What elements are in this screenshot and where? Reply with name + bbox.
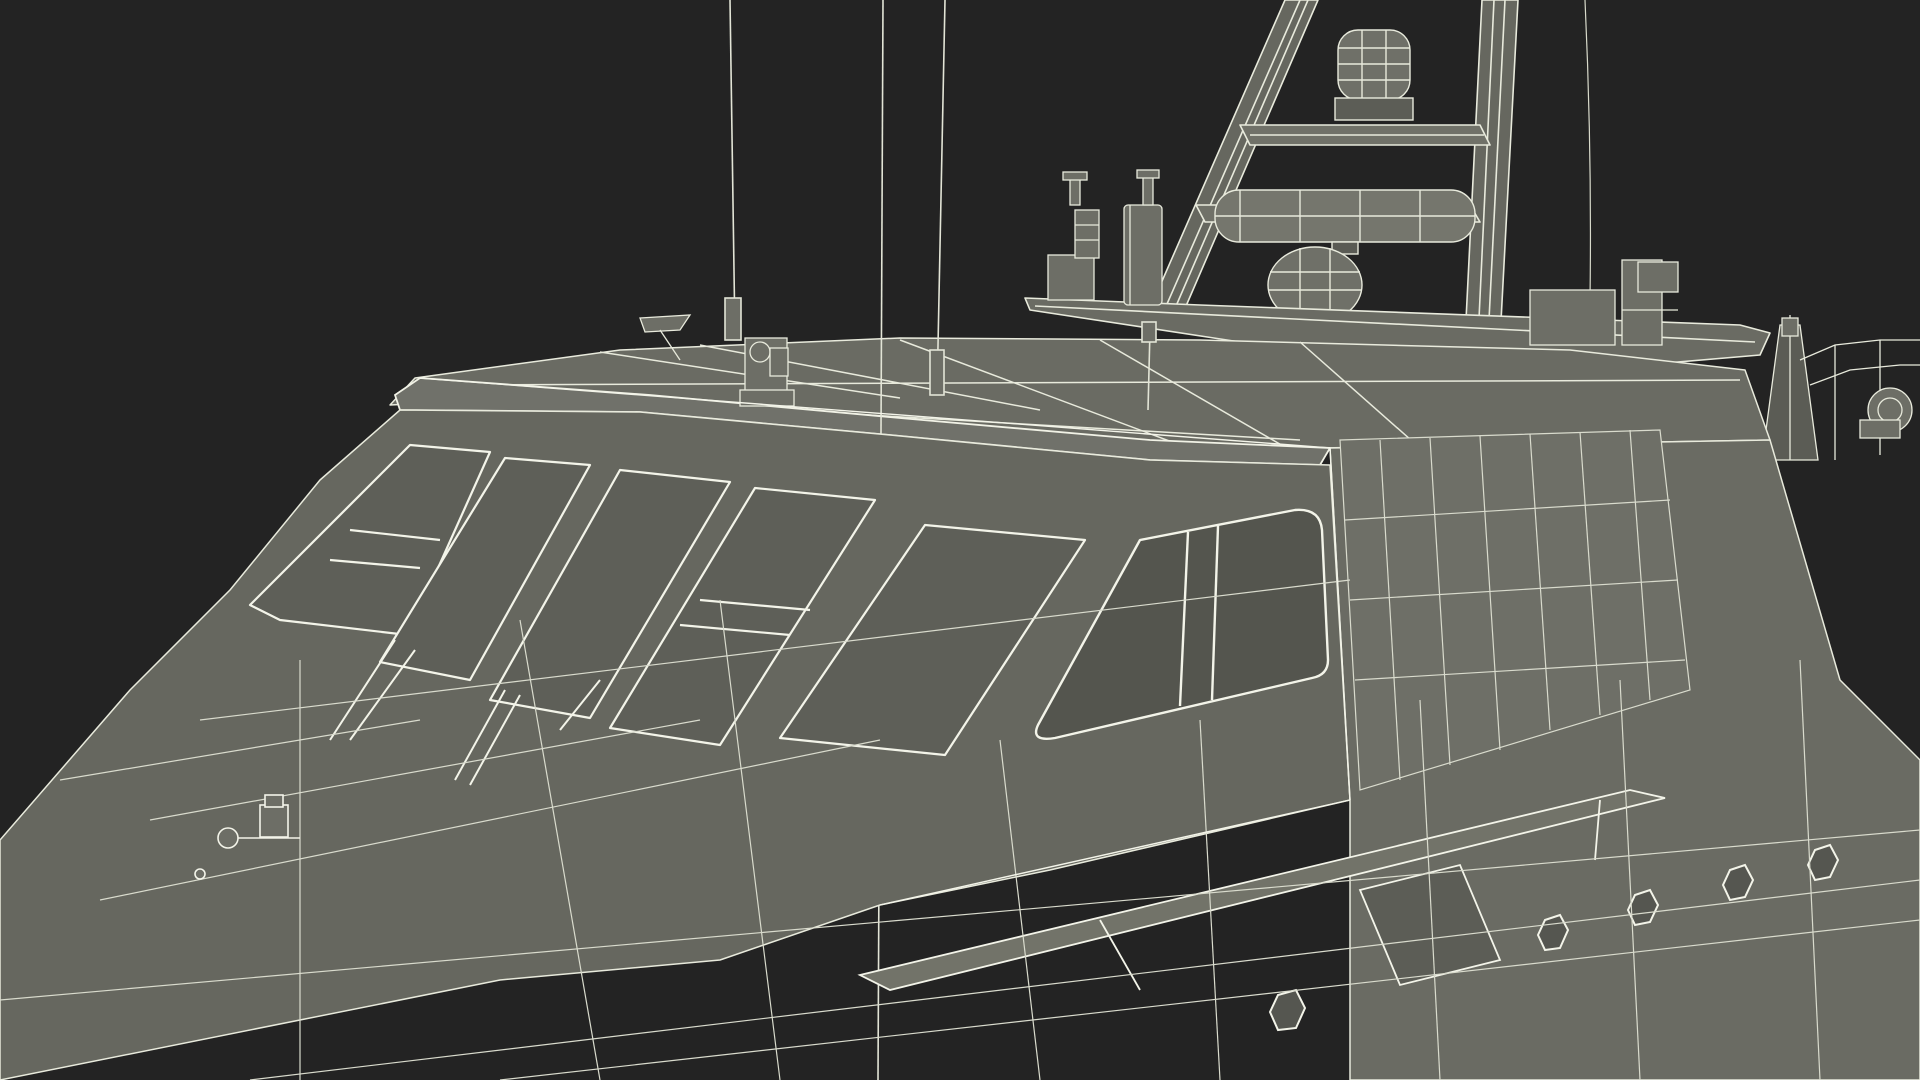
render-viewport xyxy=(0,0,1920,1080)
boat-wireframe-scene xyxy=(0,0,1920,1080)
radar-dome-icon xyxy=(1334,29,1414,121)
